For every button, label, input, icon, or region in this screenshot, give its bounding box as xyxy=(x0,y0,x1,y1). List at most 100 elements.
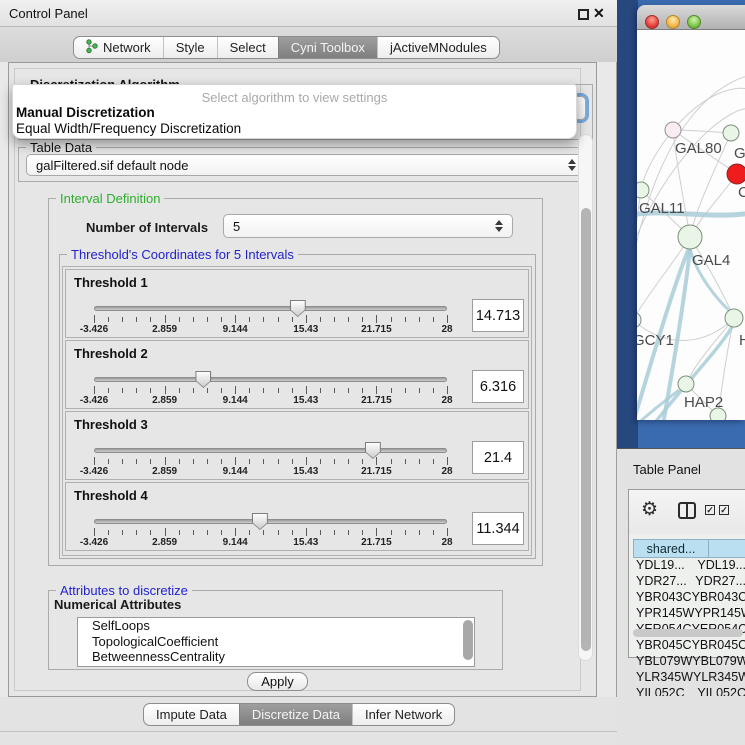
tab-impute-data[interactable]: Impute Data xyxy=(144,704,239,725)
tick-mark xyxy=(179,530,180,535)
tab-select[interactable]: Select xyxy=(217,37,278,58)
tick-mark xyxy=(433,317,434,322)
tick-mark xyxy=(405,530,406,535)
tick-mark xyxy=(362,388,363,393)
split-columns-icon[interactable] xyxy=(678,502,696,519)
network-node[interactable] xyxy=(637,182,649,198)
control-panel-scrollbar[interactable] xyxy=(578,134,593,661)
control-panel-titlebar: Control Panel ✕ xyxy=(0,0,617,27)
slider-track[interactable] xyxy=(94,377,447,382)
list-item[interactable]: SelfLoops xyxy=(78,618,474,634)
tick-mark xyxy=(207,530,208,535)
threshold-value-field[interactable]: 21.4 xyxy=(472,441,524,474)
tick-label: -3.426 xyxy=(64,395,124,406)
table-data-combobox[interactable]: galFiltered.sif default node xyxy=(26,154,586,176)
table-column-header[interactable]: name xyxy=(709,539,745,558)
float-window-icon[interactable] xyxy=(578,9,589,20)
tick-mark xyxy=(334,317,335,322)
table-row[interactable]: YBL079WYBL079W xyxy=(633,654,745,670)
tick-mark xyxy=(207,388,208,393)
slider-thumb[interactable] xyxy=(365,442,381,459)
algorithm-popup-item[interactable]: Equal Width/Frequency Discretization xyxy=(16,121,241,136)
table-column-header[interactable]: shared... xyxy=(633,539,709,558)
tick-mark xyxy=(362,530,363,535)
table-row[interactable]: YDR27...YDR27... xyxy=(633,574,745,590)
tab-network[interactable]: Network xyxy=(74,37,163,58)
tick-label: 21.715 xyxy=(346,537,406,548)
number-of-intervals-label: Number of Intervals xyxy=(86,220,208,235)
threshold-value-field[interactable]: 6.316 xyxy=(472,370,524,403)
tick-mark xyxy=(235,386,236,394)
scrollbar-thumb[interactable] xyxy=(581,208,591,651)
list-item[interactable]: TopologicalCoefficient xyxy=(78,634,474,650)
tick-mark xyxy=(348,317,349,322)
zoom-traffic-light-icon[interactable] xyxy=(687,15,701,29)
tab-label: Style xyxy=(176,40,205,55)
network-node[interactable] xyxy=(678,376,694,392)
tick-mark xyxy=(193,388,194,393)
threshold-label: Threshold 1 xyxy=(74,275,148,290)
tick-mark xyxy=(320,459,321,464)
table-horizontal-scrollbar[interactable] xyxy=(633,629,743,637)
network-canvas[interactable]: GAL80GAGAL11CGAL4GCY1HHAP2 xyxy=(637,30,745,420)
list-item[interactable]: BetweennessCentrality xyxy=(78,649,474,665)
threshold-value-field[interactable]: 14.713 xyxy=(472,299,524,332)
network-node[interactable] xyxy=(665,122,681,138)
tab-cyni-toolbox[interactable]: Cyni Toolbox xyxy=(278,37,377,58)
network-node[interactable] xyxy=(723,125,739,141)
number-of-intervals-combobox[interactable]: 5 xyxy=(223,214,513,238)
tab-label: Discretize Data xyxy=(252,707,340,722)
tick-label: -3.426 xyxy=(64,466,124,477)
minimize-traffic-light-icon[interactable] xyxy=(666,15,680,29)
tab-discretize-data[interactable]: Discretize Data xyxy=(239,704,352,725)
slider-thumb[interactable] xyxy=(252,513,268,530)
tick-mark xyxy=(391,317,392,322)
tab-infer-network[interactable]: Infer Network xyxy=(352,704,454,725)
tick-mark xyxy=(376,386,377,394)
table-cell: YLR345W xyxy=(633,670,693,686)
network-node[interactable] xyxy=(727,164,745,184)
table-row[interactable]: YIL052CYIL052C xyxy=(633,686,745,696)
tick-mark xyxy=(193,317,194,322)
tab-label: Impute Data xyxy=(156,707,227,722)
close-icon[interactable]: ✕ xyxy=(593,5,605,22)
threshold-value-field[interactable]: 11.344 xyxy=(472,512,524,545)
list-scrollbar[interactable] xyxy=(463,620,473,660)
slider-thumb[interactable] xyxy=(290,300,306,317)
slider-track[interactable] xyxy=(94,519,447,524)
combo-arrows-icon xyxy=(568,159,576,171)
tick-label: 15.43 xyxy=(276,324,336,335)
table-cell: YDL19... xyxy=(697,558,745,574)
bottom-tabs: Impute Data Discretize Data Infer Network xyxy=(143,703,455,726)
tab-style[interactable]: Style xyxy=(163,37,217,58)
close-traffic-light-icon[interactable] xyxy=(645,15,659,29)
tick-mark xyxy=(207,317,208,322)
gear-icon[interactable]: ⚙ xyxy=(641,500,658,519)
node-label: HAP2 xyxy=(684,394,723,411)
slider-thumb[interactable] xyxy=(195,371,211,388)
slider-track[interactable] xyxy=(94,448,447,453)
table-cell: YBR043C xyxy=(692,590,745,606)
threshold-label: Threshold 4 xyxy=(74,488,148,503)
algorithm-popup-item[interactable]: Manual Discretization xyxy=(16,105,155,120)
tick-mark xyxy=(150,317,151,322)
table-row[interactable]: YLR345WYLR345W xyxy=(633,670,745,686)
table-row[interactable]: YPR145WYPR145W xyxy=(633,606,745,622)
apply-button[interactable]: Apply xyxy=(247,672,308,691)
tab-jactivemnodules[interactable]: jActiveMNodules xyxy=(377,37,499,58)
checkbox-checked-icon[interactable]: ✓ xyxy=(705,505,715,515)
tick-mark xyxy=(362,317,363,322)
tick-mark xyxy=(179,388,180,393)
tick-mark xyxy=(235,457,236,465)
checkbox-checked-icon[interactable]: ✓ xyxy=(719,505,729,515)
network-node[interactable] xyxy=(725,309,743,327)
numerical-attributes-list[interactable]: SelfLoopsTopologicalCoefficientBetweenne… xyxy=(77,617,475,667)
tick-mark xyxy=(249,317,250,322)
table-row[interactable]: YBR043CYBR043C xyxy=(633,590,745,606)
slider-track[interactable] xyxy=(94,306,447,311)
table-row[interactable]: YDL19...YDL19... xyxy=(633,558,745,574)
network-node[interactable] xyxy=(678,225,702,249)
table-row[interactable]: YBR045CYBR045C xyxy=(633,638,745,654)
tick-mark xyxy=(348,530,349,535)
tick-mark xyxy=(278,388,279,393)
